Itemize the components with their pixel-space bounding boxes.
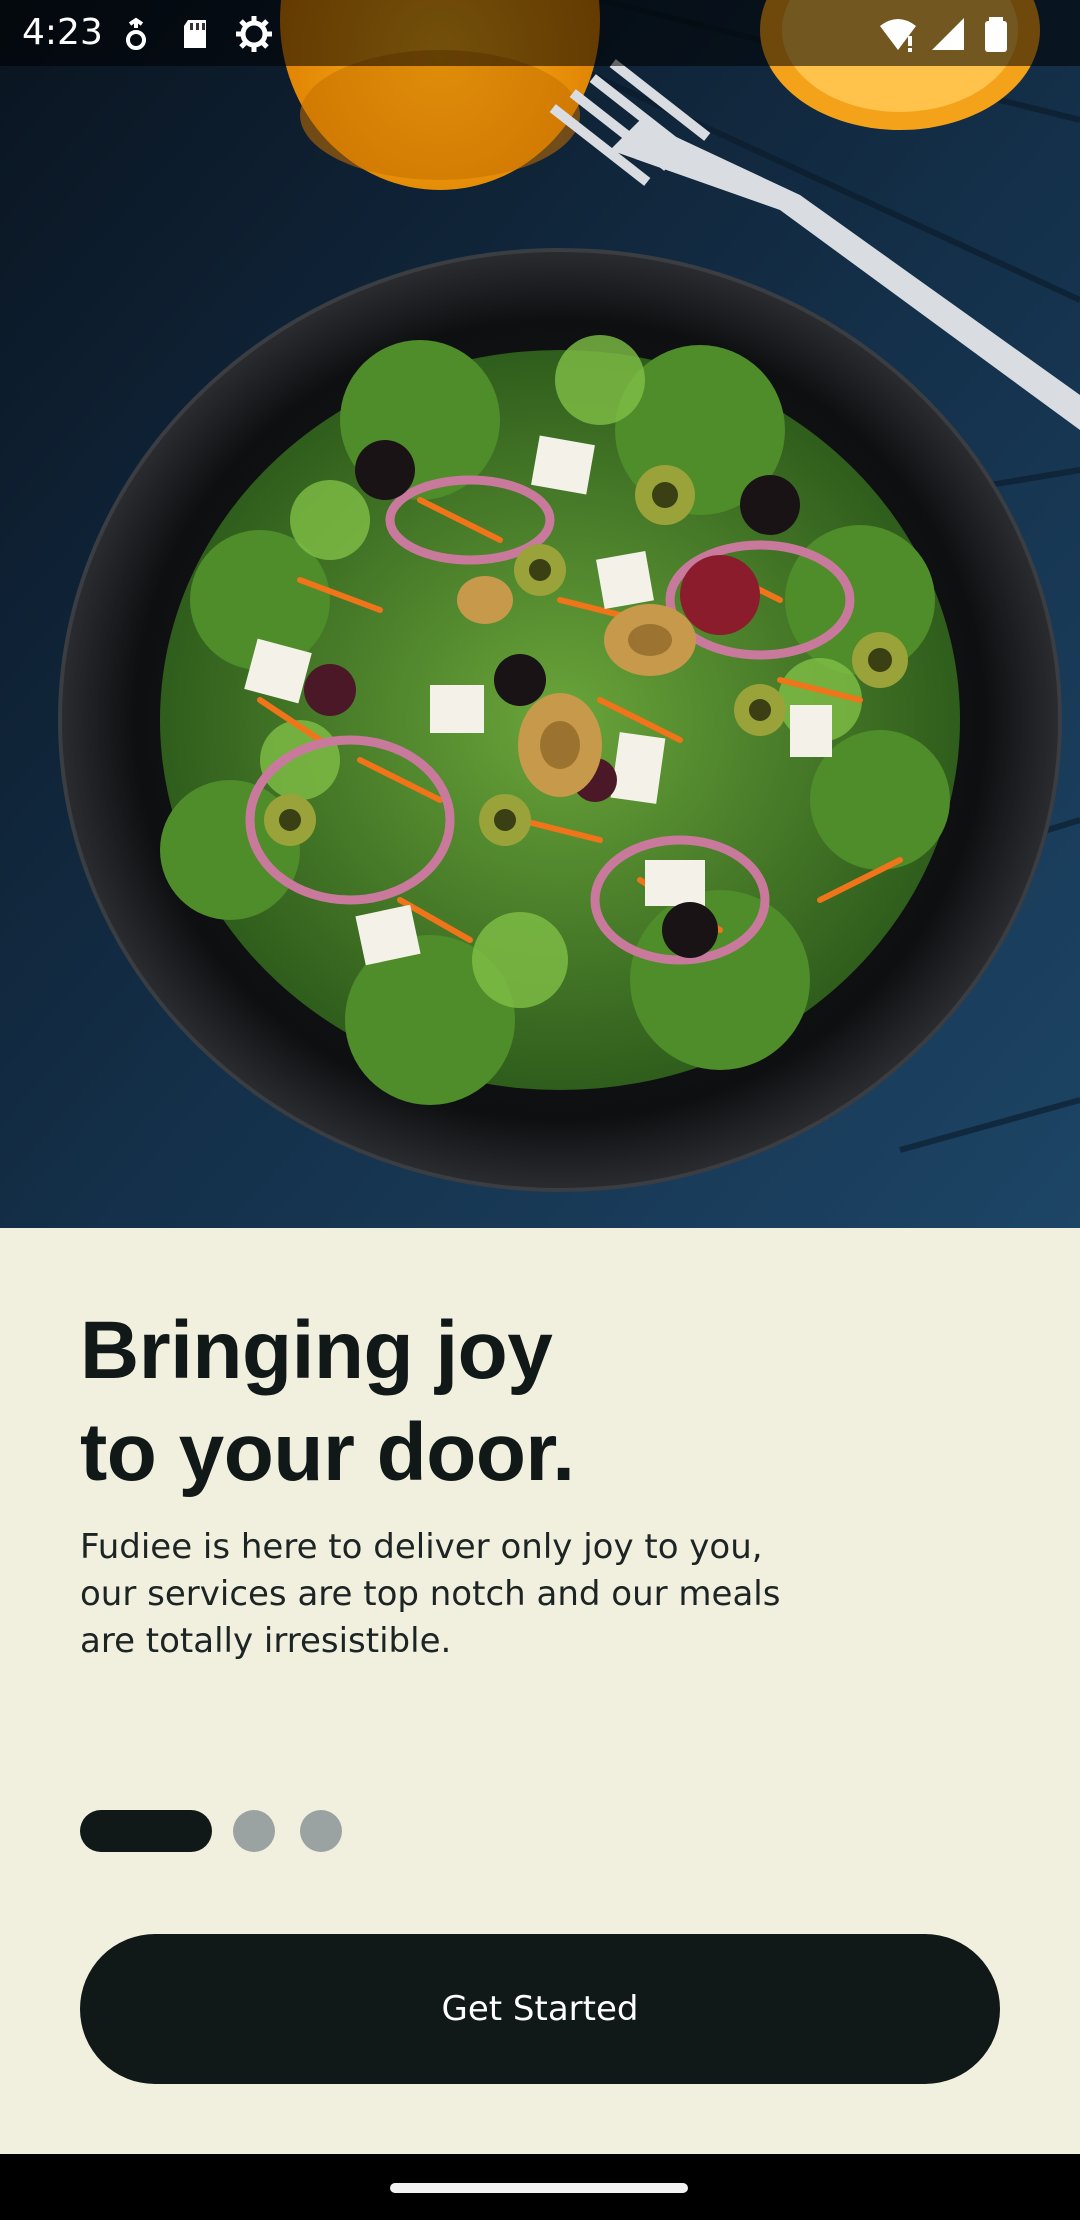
page-indicator-dot xyxy=(300,1810,342,1852)
status-time: 4:23 xyxy=(22,12,103,53)
headline: Bringing joy to your door. xyxy=(80,1300,900,1504)
sd-card-icon xyxy=(184,20,206,48)
description-line-3: are totally irresistible. xyxy=(80,1621,452,1661)
settings-gear-icon xyxy=(236,16,272,52)
status-bar: 4:23 xyxy=(0,0,1080,66)
navigation-bar xyxy=(0,2154,1080,2220)
headline-line-1: Bringing joy xyxy=(80,1305,553,1396)
description-line-1: Fudiee is here to deliver only joy to yo… xyxy=(80,1527,763,1567)
battery-icon xyxy=(985,17,1007,52)
signal-icon xyxy=(932,18,964,50)
data-saver-icon xyxy=(126,17,146,50)
description-line-2: our services are top notch and our meals xyxy=(80,1574,781,1614)
onboarding-panel: Bringing joy to your door. Fudiee is her… xyxy=(0,1228,1080,2154)
home-gesture-handle[interactable] xyxy=(390,2183,688,2193)
page-indicator-dot-active xyxy=(80,1810,212,1852)
page-indicator-dot xyxy=(233,1810,275,1852)
headline-line-2: to your door. xyxy=(80,1407,575,1498)
wifi-icon xyxy=(880,19,916,52)
get-started-button[interactable]: Get Started xyxy=(80,1934,1000,2084)
hero-image xyxy=(0,0,1080,1228)
description: Fudiee is here to deliver only joy to yo… xyxy=(80,1524,860,1665)
